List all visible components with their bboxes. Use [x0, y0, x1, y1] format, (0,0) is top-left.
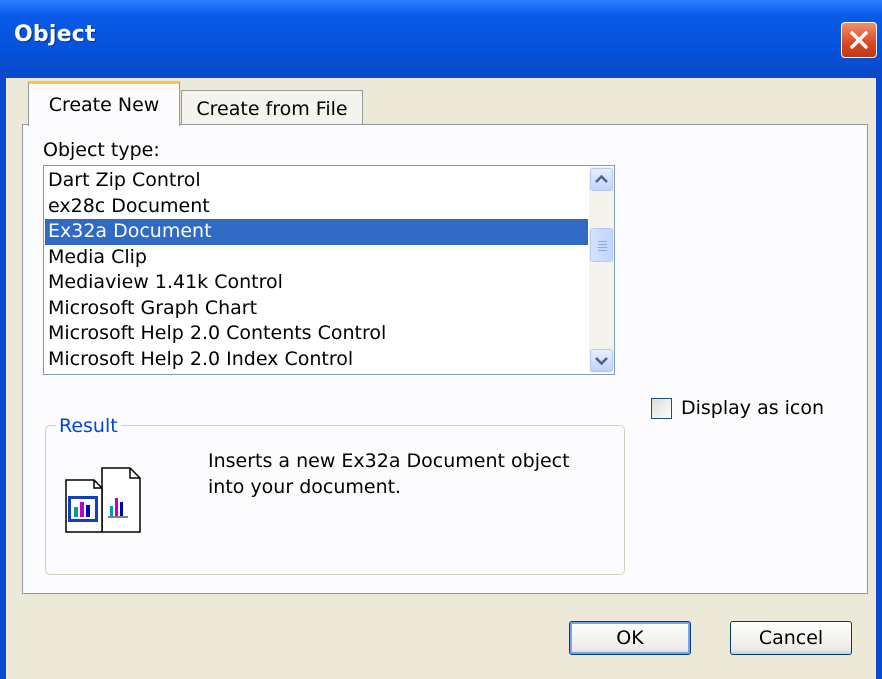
scroll-thumb[interactable]: [590, 228, 613, 262]
title-bar[interactable]: Object: [0, 0, 882, 78]
close-button[interactable]: [841, 22, 877, 58]
list-item[interactable]: ex28c Document: [45, 194, 588, 220]
display-as-icon-label: Display as icon: [681, 397, 825, 419]
object-type-list: Dart Zip Control ex28c Document Ex32a Do…: [45, 168, 588, 372]
ok-button[interactable]: OK: [569, 621, 691, 655]
list-item-selected[interactable]: Ex32a Document: [45, 219, 588, 245]
list-item[interactable]: Microsoft Help 2.0 Contents Control: [45, 321, 588, 347]
list-item[interactable]: Dart Zip Control: [45, 168, 588, 194]
result-legend: Result: [56, 415, 121, 437]
dialog-body: Create New Create from File Object type:…: [6, 78, 876, 679]
list-item[interactable]: Microsoft Help 2.0 Index Control: [45, 347, 588, 373]
document-object-icon: [65, 467, 141, 533]
list-item[interactable]: Microsoft Graph Chart: [45, 296, 588, 322]
listbox-scrollbar[interactable]: [589, 167, 614, 373]
tab-create-new[interactable]: Create New: [28, 81, 180, 126]
tab-panel-create-new: Object type: Dart Zip Control ex28c Docu…: [22, 124, 868, 594]
scroll-down-button[interactable]: [590, 349, 613, 372]
scroll-up-button[interactable]: [590, 168, 613, 191]
tab-create-new-label: Create New: [48, 94, 160, 116]
close-icon: [850, 31, 868, 49]
window-title: Object: [14, 22, 96, 47]
list-item[interactable]: Media Clip: [45, 245, 588, 271]
result-description: Inserts a new Ex32a Document object into…: [208, 450, 570, 498]
display-as-icon-option[interactable]: Display as icon: [651, 397, 824, 419]
object-dialog: Object Create New Create from File Objec…: [0, 0, 882, 679]
chevron-down-icon: [595, 357, 608, 366]
tab-create-from-file[interactable]: Create from File: [181, 90, 363, 126]
result-groupbox: Result Inserts a new Ex32a Document obje…: [45, 415, 625, 575]
object-type-label: Object type:: [43, 139, 160, 161]
tab-create-from-file-label: Create from File: [196, 97, 348, 120]
chevron-up-icon: [595, 174, 608, 183]
list-item[interactable]: Mediaview 1.41k Control: [45, 270, 588, 296]
display-as-icon-checkbox[interactable]: [651, 397, 672, 419]
object-type-listbox[interactable]: Dart Zip Control ex28c Document Ex32a Do…: [43, 165, 615, 375]
cancel-button[interactable]: Cancel: [730, 621, 852, 655]
